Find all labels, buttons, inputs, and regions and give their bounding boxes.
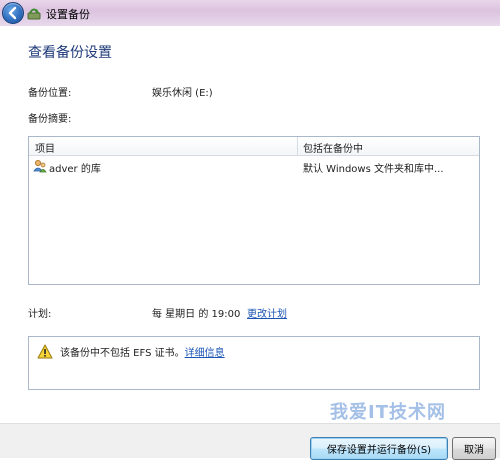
footer-bar: 保存设置并运行备份(S) 取消 xyxy=(0,423,500,460)
back-arrow-icon xyxy=(8,6,17,20)
backup-summary-list[interactable]: 项目 包括在备份中 adver 的库 默认 Windows 文件夹和库中... xyxy=(28,136,480,285)
back-button[interactable] xyxy=(2,2,24,24)
column-header-item[interactable]: 项目 xyxy=(35,140,55,155)
backup-app-icon xyxy=(27,8,41,20)
notice-box: 该备份中不包括 EFS 证书。详细信息 xyxy=(28,336,480,390)
backup-location-value: 娱乐休闲 (E:) xyxy=(152,88,213,99)
backup-location-label: 备份位置: xyxy=(28,88,72,99)
library-icon xyxy=(33,160,47,173)
notice-message: 该备份中不包括 EFS 证书。 xyxy=(60,348,185,359)
watermark: 我爱IT技术网 xyxy=(330,402,446,423)
schedule-label: 计划: xyxy=(28,309,52,320)
list-item[interactable]: adver 的库 默认 Windows 文件夹和库中... xyxy=(29,156,479,176)
column-separator[interactable] xyxy=(297,137,298,155)
column-header-included[interactable]: 包括在备份中 xyxy=(303,140,363,155)
title-bar: 设置备份 xyxy=(0,0,500,26)
list-item-name: adver 的库 xyxy=(49,164,101,175)
schedule-value: 每 星期日 的 19:00 xyxy=(152,309,241,320)
list-header: 项目 包括在备份中 xyxy=(29,137,479,156)
warning-icon xyxy=(37,344,53,359)
window-title: 设置备份 xyxy=(46,8,90,21)
page-title: 查看备份设置 xyxy=(28,45,112,61)
details-link[interactable]: 详细信息 xyxy=(185,348,225,359)
list-item-included: 默认 Windows 文件夹和库中... xyxy=(303,164,444,175)
change-schedule-link[interactable]: 更改计划 xyxy=(247,305,287,320)
notice-text: 该备份中不包括 EFS 证书。详细信息 xyxy=(60,344,225,359)
backup-summary-label: 备份摘要: xyxy=(28,114,72,125)
